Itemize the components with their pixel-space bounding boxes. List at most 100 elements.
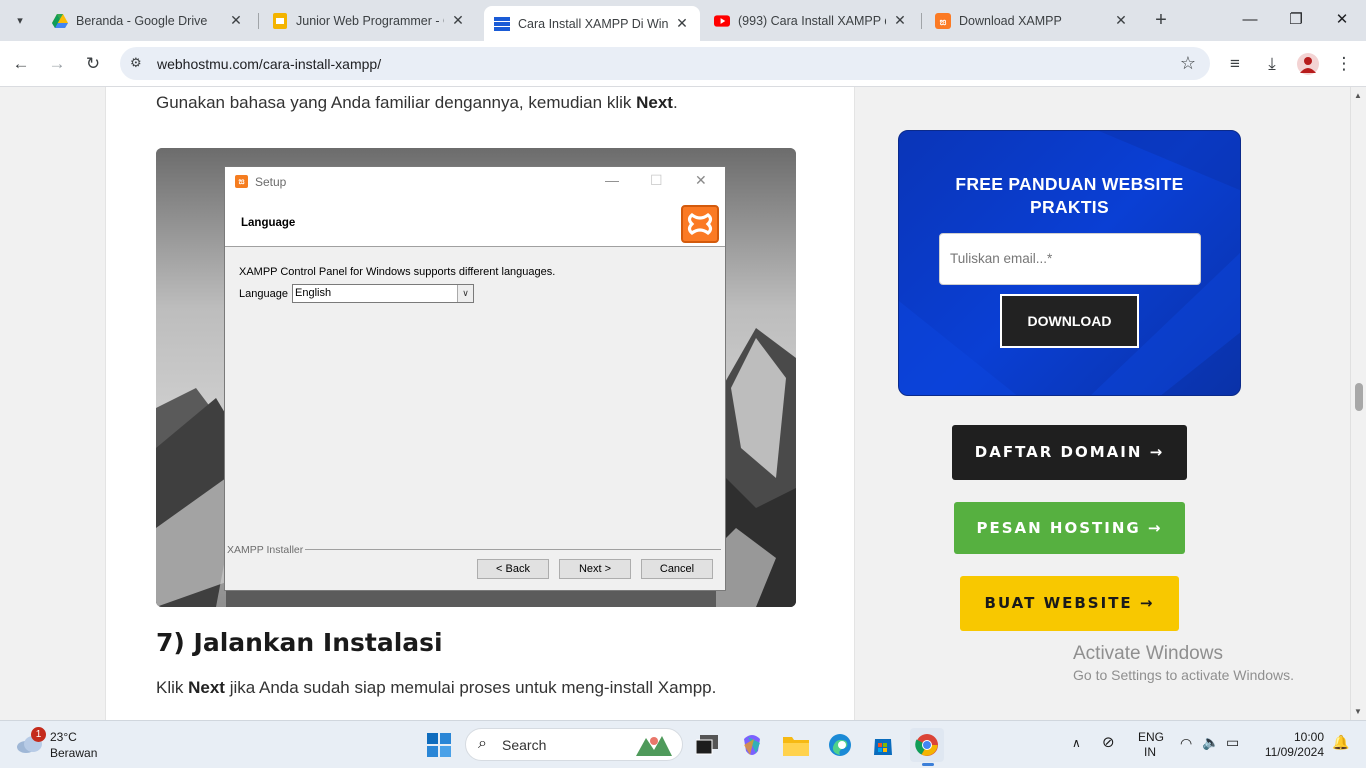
- weather-temperature: 23°C: [50, 730, 77, 744]
- tab-youtube[interactable]: (993) Cara Install XAMPP di W ✕: [704, 6, 918, 35]
- xampp-small-icon: ಙ: [235, 175, 248, 188]
- email-field[interactable]: Tuliskan email...*: [939, 233, 1201, 285]
- reload-icon[interactable]: ↻: [80, 51, 106, 77]
- google-slides-icon: [272, 12, 288, 29]
- dialog-header: Language: [225, 197, 725, 247]
- tab-google-drive[interactable]: Beranda - Google Drive ✕: [42, 6, 254, 35]
- forward-arrow-icon[interactable]: →: [44, 51, 70, 77]
- tab-close-icon[interactable]: ✕: [228, 12, 244, 29]
- windows-start-icon[interactable]: [422, 728, 456, 762]
- language-select[interactable]: English ∨: [292, 284, 474, 303]
- windows-taskbar: 1 23°C Berawan ⌕ Search ∧ ⊘ ENG IN ◠ 🔈 ▭…: [0, 720, 1366, 768]
- copilot-icon[interactable]: [735, 728, 769, 762]
- chrome-taskbar-icon[interactable]: [910, 728, 944, 762]
- youtube-icon: [714, 13, 730, 29]
- google-drive-icon: [52, 13, 68, 29]
- weather-badge: 1: [31, 727, 46, 742]
- weather-condition: Berawan: [50, 746, 98, 760]
- back-button[interactable]: < Back: [477, 559, 549, 579]
- article-column: Gunakan bahasa yang Anda familiar dengan…: [105, 87, 855, 720]
- new-tab-icon[interactable]: +: [1150, 9, 1172, 31]
- watermark-subtitle: Go to Settings to activate Windows.: [1073, 667, 1294, 683]
- language-label: Language: [239, 288, 288, 300]
- browser-toolbar: ← → ↻ ⚙ webhostmu.com/cara-install-xampp…: [0, 41, 1366, 87]
- tab-close-icon[interactable]: ✕: [674, 15, 690, 32]
- profile-avatar[interactable]: [1295, 51, 1321, 77]
- dialog-separator: [305, 549, 721, 550]
- system-clock[interactable]: 10:00 11/09/2024: [1252, 730, 1324, 760]
- chrome-menu-icon[interactable]: ⋮: [1331, 51, 1357, 77]
- scroll-down-icon[interactable]: ▼: [1354, 707, 1362, 716]
- bookmark-star-icon[interactable]: ☆: [1180, 53, 1196, 74]
- tab-search-button[interactable]: ▾: [8, 8, 32, 32]
- tab-title: (993) Cara Install XAMPP di W: [738, 13, 886, 28]
- intro-paragraph: Gunakan bahasa yang Anda familiar dengan…: [156, 93, 678, 112]
- url-text[interactable]: webhostmu.com/cara-install-xampp/: [157, 56, 381, 72]
- input-language-indicator[interactable]: ENG IN: [1138, 730, 1164, 760]
- volume-icon[interactable]: 🔈: [1202, 734, 1219, 751]
- webhostmu-icon: [494, 16, 510, 32]
- svg-text:ಙ: ಙ: [940, 17, 947, 28]
- restore-icon[interactable]: ❐: [1284, 8, 1308, 32]
- tab-junior-web-programmer[interactable]: Junior Web Programmer - Go ✕: [262, 6, 476, 35]
- notification-bell-icon[interactable]: 🔔: [1332, 734, 1349, 751]
- dialog-title-bar: ಙ Setup — ☐ ✕: [225, 167, 725, 197]
- edge-browser-icon[interactable]: [823, 728, 857, 762]
- dialog-maximize-icon: ☐: [650, 172, 663, 188]
- tab-close-icon[interactable]: ✕: [892, 12, 908, 29]
- dialog-description: XAMPP Control Panel for Windows supports…: [239, 266, 556, 278]
- pesan-hosting-button[interactable]: PESAN HOSTING →: [954, 502, 1185, 554]
- battery-icon[interactable]: ▭: [1226, 734, 1239, 751]
- search-highlight-icon: [636, 736, 672, 756]
- dialog-close-icon[interactable]: ✕: [695, 172, 707, 189]
- search-label: Search: [502, 737, 547, 753]
- wifi-icon[interactable]: ◠: [1180, 735, 1192, 752]
- dialog-minimize-icon[interactable]: —: [605, 172, 619, 188]
- network-off-icon[interactable]: ⊘: [1102, 733, 1115, 751]
- show-hidden-icons-chevron-icon[interactable]: ∧: [1072, 736, 1081, 750]
- tab-cara-install-xampp[interactable]: Cara Install XAMPP Di Wind ✕: [484, 6, 700, 41]
- close-window-icon[interactable]: ✕: [1330, 8, 1354, 32]
- watermark-title: Activate Windows: [1073, 643, 1223, 664]
- page-viewport: Gunakan bahasa yang Anda familiar dengan…: [0, 87, 1350, 720]
- chevron-down-icon[interactable]: ∨: [457, 285, 473, 302]
- active-app-indicator: [922, 763, 934, 766]
- dialog-header-title: Language: [241, 217, 296, 229]
- back-arrow-icon[interactable]: ←: [8, 51, 34, 77]
- download-button[interactable]: DOWNLOAD: [1000, 294, 1139, 348]
- page-scrollbar[interactable]: ▲ ▼: [1350, 87, 1366, 720]
- setup-dialog: ಙ Setup — ☐ ✕ Language XAMPP Control Pan…: [224, 166, 726, 591]
- scroll-up-icon[interactable]: ▲: [1354, 91, 1362, 100]
- xampp-setup-screenshot: ಙ Setup — ☐ ✕ Language XAMPP Control Pan…: [156, 148, 796, 607]
- site-info-icon[interactable]: ⚙: [130, 55, 148, 73]
- free-guide-promo-box: FREE PANDUAN WEBSITE PRAKTIS Tuliskan em…: [898, 130, 1241, 396]
- tab-title: Junior Web Programmer - Go: [296, 13, 444, 28]
- tab-strip: ▾ Beranda - Google Drive ✕ Junior Web Pr…: [0, 0, 1366, 41]
- downloads-icon[interactable]: ⤓: [1259, 51, 1285, 77]
- tab-download-xampp[interactable]: ಙ Download XAMPP ✕: [925, 6, 1139, 35]
- daftar-domain-button[interactable]: DAFTAR DOMAIN →: [952, 425, 1187, 480]
- buat-website-button[interactable]: BUAT WEBSITE →: [960, 576, 1179, 631]
- dialog-title: Setup: [255, 175, 287, 189]
- search-icon: ⌕: [478, 735, 487, 752]
- promo-title: FREE PANDUAN WEBSITE PRAKTIS: [955, 174, 1184, 217]
- body-paragraph: Klik Next jika Anda sudah siap memulai p…: [156, 678, 717, 697]
- tab-close-icon[interactable]: ✕: [1113, 12, 1129, 29]
- tab-title: Download XAMPP: [959, 13, 1062, 28]
- task-view-icon[interactable]: [690, 728, 724, 762]
- scrollbar-thumb[interactable]: [1355, 383, 1363, 411]
- microsoft-store-icon[interactable]: [866, 728, 900, 762]
- taskbar-search[interactable]: ⌕ Search: [465, 728, 683, 761]
- media-control-icon[interactable]: ≡: [1222, 51, 1248, 77]
- tab-title: Cara Install XAMPP Di Wind: [518, 16, 668, 31]
- weather-widget[interactable]: 1 23°C Berawan: [16, 727, 116, 763]
- installer-footer-label: XAMPP Installer: [227, 544, 304, 556]
- file-explorer-icon[interactable]: [779, 728, 813, 762]
- address-bar[interactable]: ⚙ webhostmu.com/cara-install-xampp/ ☆: [120, 47, 1210, 80]
- next-button[interactable]: Next >: [559, 559, 631, 579]
- cancel-button[interactable]: Cancel: [641, 559, 713, 579]
- tab-close-icon[interactable]: ✕: [450, 12, 466, 29]
- minimize-icon[interactable]: —: [1238, 8, 1262, 32]
- tab-title: Beranda - Google Drive: [76, 13, 208, 28]
- tab-separator: [921, 13, 922, 29]
